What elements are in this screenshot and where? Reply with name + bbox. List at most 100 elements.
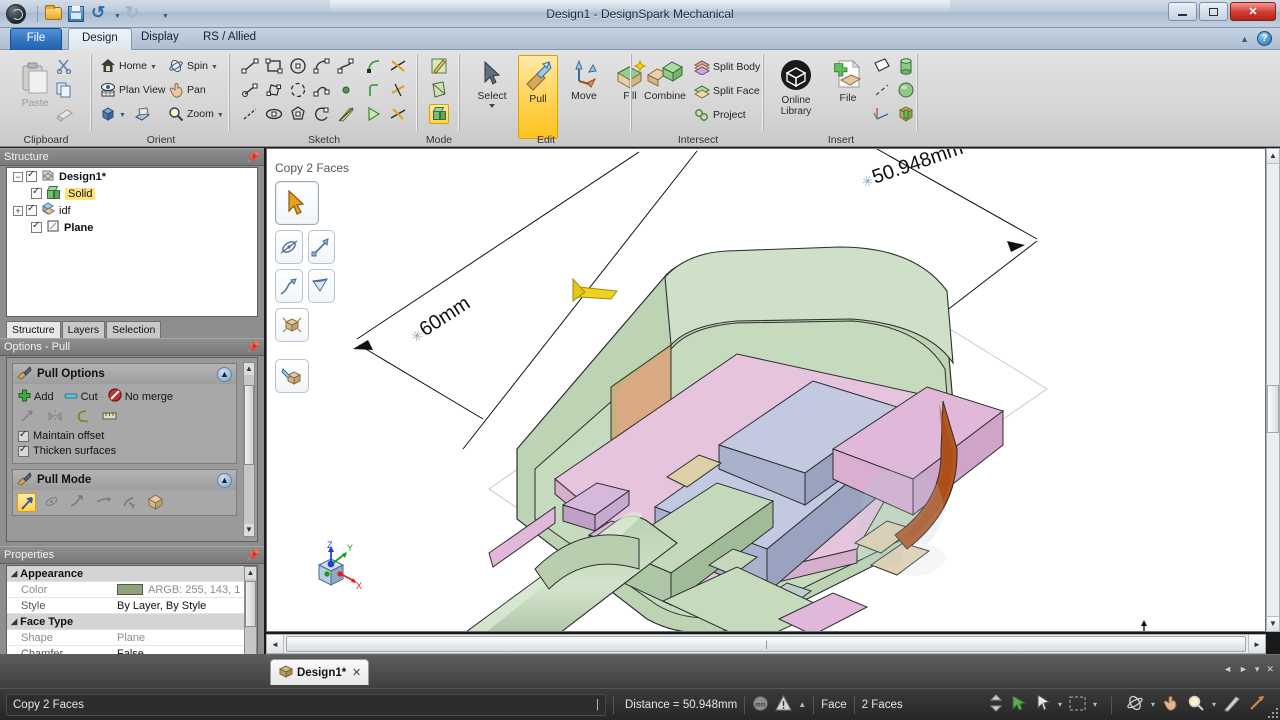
scroll-thumb[interactable] [244, 385, 254, 465]
expander-icon[interactable]: ◢ [11, 617, 17, 626]
paste-button[interactable]: Paste [12, 58, 58, 109]
line-point-icon[interactable] [240, 80, 260, 100]
tangent-arc-icon[interactable] [364, 56, 384, 76]
tab-rs-allied[interactable]: RS / Allied [190, 28, 269, 50]
circle-icon[interactable] [288, 56, 308, 76]
cut-icon[interactable] [56, 58, 72, 77]
save-icon[interactable] [68, 4, 87, 23]
visibility-checkbox[interactable] [31, 188, 42, 199]
axis-icon[interactable] [872, 80, 892, 100]
copy-icon[interactable] [56, 82, 72, 101]
tab-nav-list-icon[interactable]: ▾ [1255, 664, 1260, 675]
draft-mode-icon[interactable] [95, 493, 114, 512]
expander-icon[interactable]: − [13, 172, 23, 182]
split-face-button[interactable]: Split Face [694, 83, 760, 99]
spline-icon[interactable] [336, 56, 356, 76]
construction-line-icon[interactable] [240, 104, 260, 124]
line-icon[interactable] [240, 56, 260, 76]
move-button[interactable]: Move [562, 55, 606, 102]
stepper-icon[interactable] [989, 694, 1003, 715]
window-resize-grip[interactable] [1266, 706, 1278, 718]
no-merge-option[interactable]: No merge [108, 388, 173, 405]
view-cube-button[interactable]: ▼ [100, 106, 126, 122]
mini-revolve-tool[interactable] [275, 230, 303, 264]
rectangle-icon[interactable] [264, 56, 284, 76]
combine-button[interactable]: Combine [636, 55, 694, 102]
document-tab-design1[interactable]: Design1* ✕ [270, 659, 369, 685]
pan-button[interactable]: Pan [168, 82, 206, 98]
folder-open-icon[interactable] [45, 4, 64, 23]
insert-file-button[interactable]: File [826, 55, 870, 104]
section-mode-icon[interactable] [429, 80, 449, 100]
help-icon[interactable]: ? [1257, 31, 1272, 46]
tree-item-idf[interactable]: + idf [7, 202, 257, 219]
spin-icon[interactable] [1126, 694, 1144, 715]
maximize-button[interactable] [1199, 2, 1228, 21]
vscroll-up-icon[interactable]: ▲ [1267, 149, 1279, 164]
sweep-mode-icon[interactable] [69, 493, 88, 512]
hscroll-left-icon[interactable]: ◄ [267, 635, 284, 653]
customize-qat-icon[interactable]: ▼ [162, 13, 169, 20]
expander-icon[interactable]: ◢ [11, 569, 17, 578]
mirror-icon[interactable] [47, 409, 63, 427]
warning-icon[interactable] [775, 695, 792, 715]
undo-dropdown-icon[interactable]: ▼ [114, 13, 121, 20]
spin-button[interactable]: Spin ▼ [168, 58, 218, 74]
visibility-checkbox[interactable] [26, 205, 37, 216]
scroll-down-icon[interactable]: ▼ [244, 524, 254, 536]
property-group-appearance[interactable]: ◢ Appearance [7, 566, 257, 582]
close-button[interactable]: ✕ [1230, 2, 1276, 21]
collapse-ribbon-icon[interactable]: ▲ [1240, 34, 1249, 44]
mini-draft-tool[interactable] [308, 269, 336, 303]
trim-icon[interactable] [388, 56, 408, 76]
fit-icon[interactable] [1248, 694, 1266, 715]
pin-icon[interactable]: 📌 [246, 151, 260, 164]
mini-copy-edge-tool[interactable] [275, 359, 309, 393]
plan-view-button[interactable]: Plan View [100, 82, 166, 98]
polygon-icon[interactable] [264, 80, 284, 100]
scale-mode-icon[interactable] [147, 493, 166, 512]
tab-file[interactable]: File [10, 28, 62, 50]
tree-item-plane[interactable]: Plane [7, 219, 257, 236]
property-row-color[interactable]: Color ARGB: 255, 143, 1 [7, 582, 257, 598]
sketch-icon[interactable] [1223, 694, 1241, 715]
tab-nav-prev-icon[interactable]: ◄ [1223, 664, 1232, 675]
pull-button[interactable]: Pull [518, 55, 558, 139]
maintain-offset-row[interactable]: Maintain offset [18, 430, 231, 442]
project-curve-icon[interactable] [388, 104, 408, 124]
cut-option[interactable]: Cut [64, 389, 98, 405]
options-scrollbar[interactable]: ▲ ▼ [243, 362, 255, 537]
offset-icon[interactable] [364, 104, 384, 124]
sweep-arc-icon[interactable] [312, 104, 332, 124]
pin-icon[interactable]: 📌 [246, 341, 260, 354]
thicken-surfaces-checkbox[interactable] [18, 446, 29, 457]
view-cube-dropdown-icon[interactable]: ▼ [119, 112, 126, 119]
blend-mode-icon[interactable] [121, 493, 140, 512]
property-row-shape[interactable]: Shape Plane [7, 630, 257, 646]
curve-icon[interactable] [312, 80, 332, 100]
three-point-arc-icon[interactable] [288, 80, 308, 100]
visibility-checkbox[interactable] [26, 171, 37, 182]
zoom-button[interactable]: Zoom ▼ [168, 106, 224, 122]
select-arrow-green-icon[interactable] [1010, 694, 1028, 715]
thicken-surfaces-row[interactable]: Thicken surfaces [18, 445, 231, 457]
vscroll-thumb[interactable] [1267, 385, 1279, 433]
axis-triad[interactable]: Z Y X [307, 541, 371, 603]
mini-scale-tool[interactable] [275, 308, 309, 342]
chevron-down-icon[interactable]: ▾ [1093, 700, 1097, 709]
origin-icon[interactable] [872, 104, 892, 124]
sketch-mode-icon[interactable] [429, 56, 449, 76]
ruler-icon[interactable] [101, 409, 118, 427]
home-dropdown-icon[interactable]: ▼ [150, 64, 157, 71]
property-row-style[interactable]: Style By Layer, By Style [7, 598, 257, 614]
tab-structure[interactable]: Structure [6, 321, 61, 338]
tab-nav-close-icon[interactable]: ✕ [1266, 664, 1274, 675]
select-dropdown-icon[interactable] [489, 104, 495, 108]
zoom-icon[interactable] [1187, 694, 1205, 715]
scroll-thumb[interactable] [245, 581, 256, 627]
undo-icon[interactable]: ↺ [91, 4, 110, 23]
pull-arrow-icon[interactable] [20, 409, 36, 427]
plane-icon[interactable] [872, 56, 892, 76]
close-tab-icon[interactable]: ✕ [352, 666, 361, 679]
redo-icon[interactable]: ↻ [125, 4, 144, 23]
